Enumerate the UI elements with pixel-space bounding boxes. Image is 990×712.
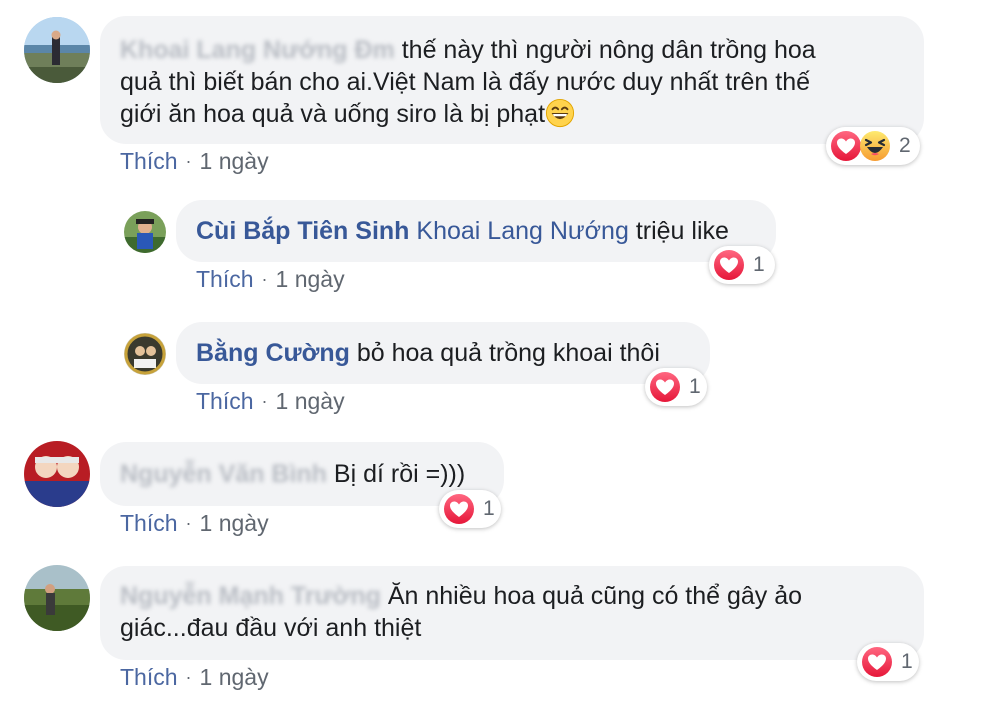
avatar-photo-icon [124,211,166,253]
avatar-photo-icon [24,441,90,507]
mention-link[interactable]: Khoai Lang Nướng [416,217,628,245]
comment-author-name[interactable]: Bằng Cường [196,339,350,367]
comment-author-name[interactable]: Nguyễn Văn Bình [120,460,327,488]
avatar-photo-icon [124,333,166,375]
reply-bubble: Bằng Cường bỏ hoa quả trồng khoai thôi [176,322,710,384]
reaction-summary[interactable]: 1 [439,490,501,528]
comment-bubble: Nguyễn Mạnh Trường Ăn nhiều hoa quả cũng… [100,566,924,660]
comment-meta: Thích · 1 ngày [120,664,269,691]
reaction-summary[interactable]: 1 [645,368,707,406]
reaction-count: 1 [483,497,495,520]
love-icon [861,646,893,678]
comment-meta: Thích · 1 ngày [120,510,269,537]
reaction-count: 2 [899,134,911,157]
dot-separator: · [185,151,192,171]
timestamp[interactable]: 1 ngày [276,388,345,414]
avatar[interactable] [124,211,166,253]
like-link[interactable]: Thích [196,266,254,292]
timestamp[interactable]: 1 ngày [200,664,269,690]
comment-bubble: Khoai Lang Nướng Đm thế này thì người nô… [100,16,924,144]
love-icon [649,371,681,403]
comment-text: bỏ hoa quả trồng khoai thôi [356,339,660,367]
dot-separator: · [261,269,268,289]
like-link[interactable]: Thích [120,510,178,536]
comment-text: quả thì biết bán cho ai.Việt Nam là đấy … [120,68,811,96]
comment-text: Bị dí rồi =))) [333,460,466,488]
like-link[interactable]: Thích [120,148,178,174]
dot-separator: · [185,513,192,533]
avatar-photo-icon [24,17,90,83]
reaction-count: 1 [753,253,765,276]
comment-meta: Thích · 1 ngày [120,148,269,175]
like-link[interactable]: Thích [196,388,254,414]
reaction-summary[interactable]: 1 [857,643,919,681]
comment-author-name[interactable]: Khoai Lang Nướng Đm [120,36,395,64]
comment-text: Ăn nhiều hoa quả cũng có thể gây ảo [387,582,803,610]
laugh-icon [859,130,891,162]
reply-bubble: Cùi Bắp Tiên Sinh Khoai Lang Nướng triệu… [176,200,776,262]
comment-text: giác...đau đầu với anh thiệt [120,614,422,642]
timestamp[interactable]: 1 ngày [200,148,269,174]
reaction-summary[interactable]: 1 [709,246,775,284]
avatar-photo-icon [24,565,90,631]
avatar[interactable] [124,333,166,375]
avatar[interactable] [24,17,90,83]
love-icon [713,249,745,281]
avatar[interactable] [24,441,90,507]
comment-author-name[interactable]: Nguyễn Mạnh Trường [120,582,381,610]
grinning-face-icon [545,98,575,128]
avatar[interactable] [24,565,90,631]
comment-text: triệu like [635,217,729,245]
timestamp[interactable]: 1 ngày [200,510,269,536]
reaction-count: 1 [901,650,913,673]
comment-meta: Thích · 1 ngày [196,388,345,415]
comment-author-name[interactable]: Cùi Bắp Tiên Sinh [196,217,409,245]
reaction-count: 1 [689,375,701,398]
comment-meta: Thích · 1 ngày [196,266,345,293]
dot-separator: · [261,391,268,411]
love-icon [443,493,475,525]
comment-text: giới ăn hoa quả và uống siro là bị phạt [120,100,546,128]
reaction-summary[interactable]: 2 [826,127,920,165]
timestamp[interactable]: 1 ngày [276,266,345,292]
like-link[interactable]: Thích [120,664,178,690]
comment-text: thế này thì người nông dân trồng hoa [401,36,816,64]
dot-separator: · [185,667,192,687]
love-icon [830,130,862,162]
